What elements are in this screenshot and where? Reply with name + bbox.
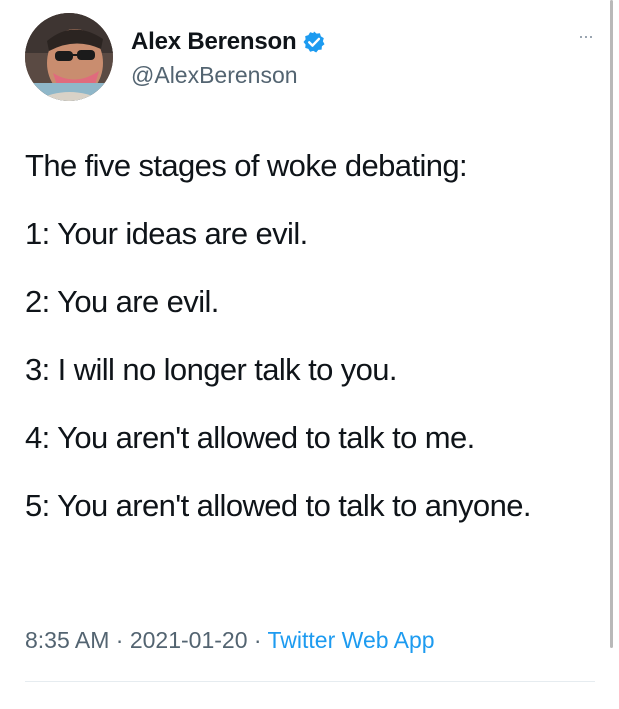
avatar[interactable] [25, 13, 113, 101]
profile-photo-icon [25, 13, 113, 101]
divider [25, 681, 595, 682]
tweet-header: Alex Berenson @AlexBerenson ··· [25, 13, 595, 105]
more-options-icon[interactable]: ··· [578, 27, 594, 45]
tweet-date[interactable]: 2021-01-20 [130, 627, 248, 653]
tweet-text: The five stages of woke debating: 1: You… [25, 143, 585, 529]
tweet-source-link[interactable]: Twitter Web App [268, 627, 435, 653]
author-identity: Alex Berenson @AlexBerenson [131, 27, 326, 89]
tweet-line: 1: Your ideas are evil. [25, 216, 308, 251]
tweet-card: Alex Berenson @AlexBerenson ··· The five… [0, 0, 619, 709]
tweet-line: The five stages of woke debating: [25, 148, 468, 183]
handle[interactable]: @AlexBerenson [131, 62, 326, 89]
tweet-line: 5: You aren't allowed to talk to anyone. [25, 488, 531, 523]
tweet-line: 4: You aren't allowed to talk to me. [25, 420, 475, 455]
name-row: Alex Berenson [131, 27, 326, 57]
display-name[interactable]: Alex Berenson [131, 28, 297, 56]
verified-badge-icon [302, 30, 326, 54]
scrollbar[interactable] [610, 0, 613, 648]
tweet-line: 3: I will no longer talk to you. [25, 352, 398, 387]
meta-separator: · [109, 627, 130, 653]
tweet-meta: 8:35 AM · 2021-01-20 · Twitter Web App [25, 627, 435, 654]
meta-separator: · [247, 627, 268, 653]
tweet-time[interactable]: 8:35 AM [25, 627, 109, 653]
tweet-line: 2: You are evil. [25, 284, 219, 319]
